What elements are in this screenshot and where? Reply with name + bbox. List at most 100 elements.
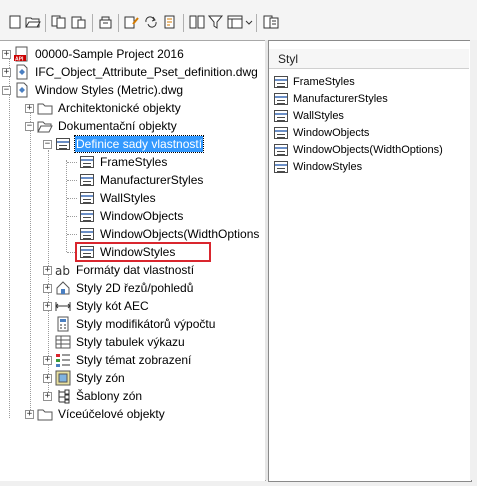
list-item-label: WindowObjects(WidthOptions)	[293, 144, 443, 156]
tree-line	[67, 198, 77, 199]
style-properties-icon[interactable]	[161, 14, 179, 30]
tree-node-architektonicke-objekty[interactable]: + Architektonické objekty	[25, 99, 182, 117]
tree-node-wallstyles[interactable]: WallStyles	[79, 189, 157, 207]
compare-icon[interactable]	[188, 14, 206, 30]
project-api-icon: API	[14, 46, 30, 63]
tree-node-windowobjects[interactable]: WindowObjects	[79, 207, 184, 225]
new-document-icon[interactable]	[6, 14, 24, 30]
drawing-file-icon	[14, 82, 30, 98]
table-icon	[79, 172, 95, 188]
column-header-label: Styl	[278, 51, 299, 66]
expand-icon[interactable]: +	[2, 49, 11, 59]
tree-node-label: Styly modifikátorů výpočtu	[76, 317, 216, 331]
zone-icon	[55, 370, 71, 386]
expand-icon[interactable]: +	[43, 355, 52, 365]
open-folder-icon[interactable]	[24, 14, 42, 30]
table-icon	[55, 136, 71, 152]
tree-line	[30, 110, 31, 412]
tree-line	[67, 162, 77, 163]
toolbar-separator	[183, 14, 184, 32]
tree-node-styly-kot-aec[interactable]: + Styly kót AEC	[43, 297, 150, 315]
svg-text:ab: ab	[55, 264, 70, 278]
table-icon	[274, 75, 289, 89]
filter-icon[interactable]	[207, 14, 225, 30]
list-item-label: FrameStyles	[293, 76, 355, 88]
collapse-icon[interactable]: −	[25, 121, 34, 131]
collapse-icon[interactable]: −	[43, 139, 52, 149]
list-item-label: WindowStyles	[293, 161, 363, 173]
tree-node-windowobjects-widthoptions[interactable]: WindowObjects(WidthOptions	[79, 225, 260, 243]
tree-node-viceucelove-objekty[interactable]: + Víceúčelové objekty	[25, 405, 166, 423]
tree-node-label: Styly kót AEC	[76, 299, 149, 313]
table-icon	[274, 92, 289, 106]
expand-icon[interactable]: +	[43, 265, 52, 275]
toggle-view-icon[interactable]	[262, 14, 280, 30]
tree-node-formaty-dat-vlastnosti[interactable]: + ab Formáty dat vlastností	[43, 261, 195, 279]
list-item[interactable]: WindowObjects	[274, 125, 369, 141]
tree-node-label: Styly 2D řezů/pohledů	[76, 281, 194, 295]
tree-node-label: Styly zón	[76, 371, 125, 385]
table-icon	[79, 190, 95, 206]
expand-icon[interactable]: +	[25, 103, 34, 113]
tree-node-dokumentacni-objekty[interactable]: − Dokumentační objekty	[25, 117, 178, 135]
tree-line	[67, 180, 77, 181]
tree-node-styly-modifikatoru[interactable]: + Styly modifikátorů výpočtu	[43, 315, 216, 333]
tree-node-styly-tabulek-vykazu[interactable]: + Styly tabulek výkazu	[43, 333, 186, 351]
svg-text:API: API	[15, 57, 24, 63]
tree-line	[9, 58, 10, 418]
tree-node-label: 00000-Sample Project 2016	[35, 47, 184, 61]
toolbar-separator	[45, 14, 46, 32]
list-item[interactable]: WindowObjects(WidthOptions)	[274, 142, 443, 158]
table-icon	[79, 208, 95, 224]
list-item[interactable]: FrameStyles	[274, 74, 355, 90]
purge-icon[interactable]	[97, 14, 115, 30]
tree-line	[67, 216, 77, 217]
list-item-label: ManufacturerStyles	[293, 93, 388, 105]
tree-node-manufacturerstyles[interactable]: ManufacturerStyles	[79, 171, 204, 189]
list-item-label: WallStyles	[293, 110, 344, 122]
edit-style-icon[interactable]	[123, 14, 141, 30]
drawing-file-icon	[14, 64, 30, 80]
tree-node-styly-2d-rezu[interactable]: + Styly 2D řezů/pohledů	[43, 279, 194, 297]
tree-node-styly-zon[interactable]: + Styly zón	[43, 369, 126, 387]
expand-icon[interactable]: +	[2, 67, 11, 77]
view-options-icon[interactable]	[227, 14, 253, 30]
section-house-icon	[55, 280, 71, 296]
column-header-styl[interactable]: Styl	[269, 49, 469, 69]
tree-node-label: WallStyles	[100, 191, 156, 205]
toolbar	[0, 0, 477, 40]
tree-node-sample-project[interactable]: + API 00000-Sample Project 2016	[2, 45, 185, 63]
table-icon	[274, 126, 289, 140]
display-theme-icon	[55, 352, 71, 368]
expand-icon[interactable]: +	[43, 391, 52, 401]
expand-icon[interactable]: +	[43, 373, 52, 383]
tree-node-sablony-zon[interactable]: + Šablony zón	[43, 387, 143, 405]
tree-node-ifc-file[interactable]: + IFC_Object_Attribute_Pset_definition.d…	[2, 63, 259, 81]
list-item[interactable]: WallStyles	[274, 108, 344, 124]
tree-node-label: Styly tabulek výkazu	[76, 335, 185, 349]
tree-line	[67, 234, 77, 235]
paste-icon[interactable]	[70, 14, 88, 30]
synchronize-icon[interactable]	[142, 14, 160, 30]
list-item[interactable]: WindowStyles	[274, 159, 362, 175]
collapse-icon[interactable]: −	[2, 85, 11, 95]
tree-node-definice-sady-vlastnosti[interactable]: − Definice sady vlastností	[43, 135, 205, 153]
tree-node-label: Šablony zón	[76, 389, 143, 403]
calc-modifier-icon	[55, 316, 71, 332]
folder-icon	[37, 100, 53, 116]
table-icon	[79, 226, 95, 242]
tree-node-label: Architektonické objekty	[58, 101, 181, 115]
list-item[interactable]: ManufacturerStyles	[274, 91, 388, 107]
tree-node-framestyles[interactable]: FrameStyles	[79, 153, 168, 171]
list-item-label: WindowObjects	[293, 127, 370, 139]
tree-node-label: IFC_Object_Attribute_Pset_definition.dwg	[35, 65, 258, 79]
tree-node-window-styles-dwg[interactable]: − Window Styles (Metric).dwg	[2, 81, 184, 99]
tree-node-styly-temat-zobrazeni[interactable]: + Styly témat zobrazení	[43, 351, 192, 369]
table-icon	[79, 154, 95, 170]
expand-icon[interactable]: +	[43, 301, 52, 311]
expand-icon[interactable]: +	[25, 409, 34, 419]
folder-icon	[37, 406, 53, 422]
table-icon	[274, 109, 289, 123]
copy-icon[interactable]	[50, 14, 68, 30]
expand-icon[interactable]: +	[43, 283, 52, 293]
